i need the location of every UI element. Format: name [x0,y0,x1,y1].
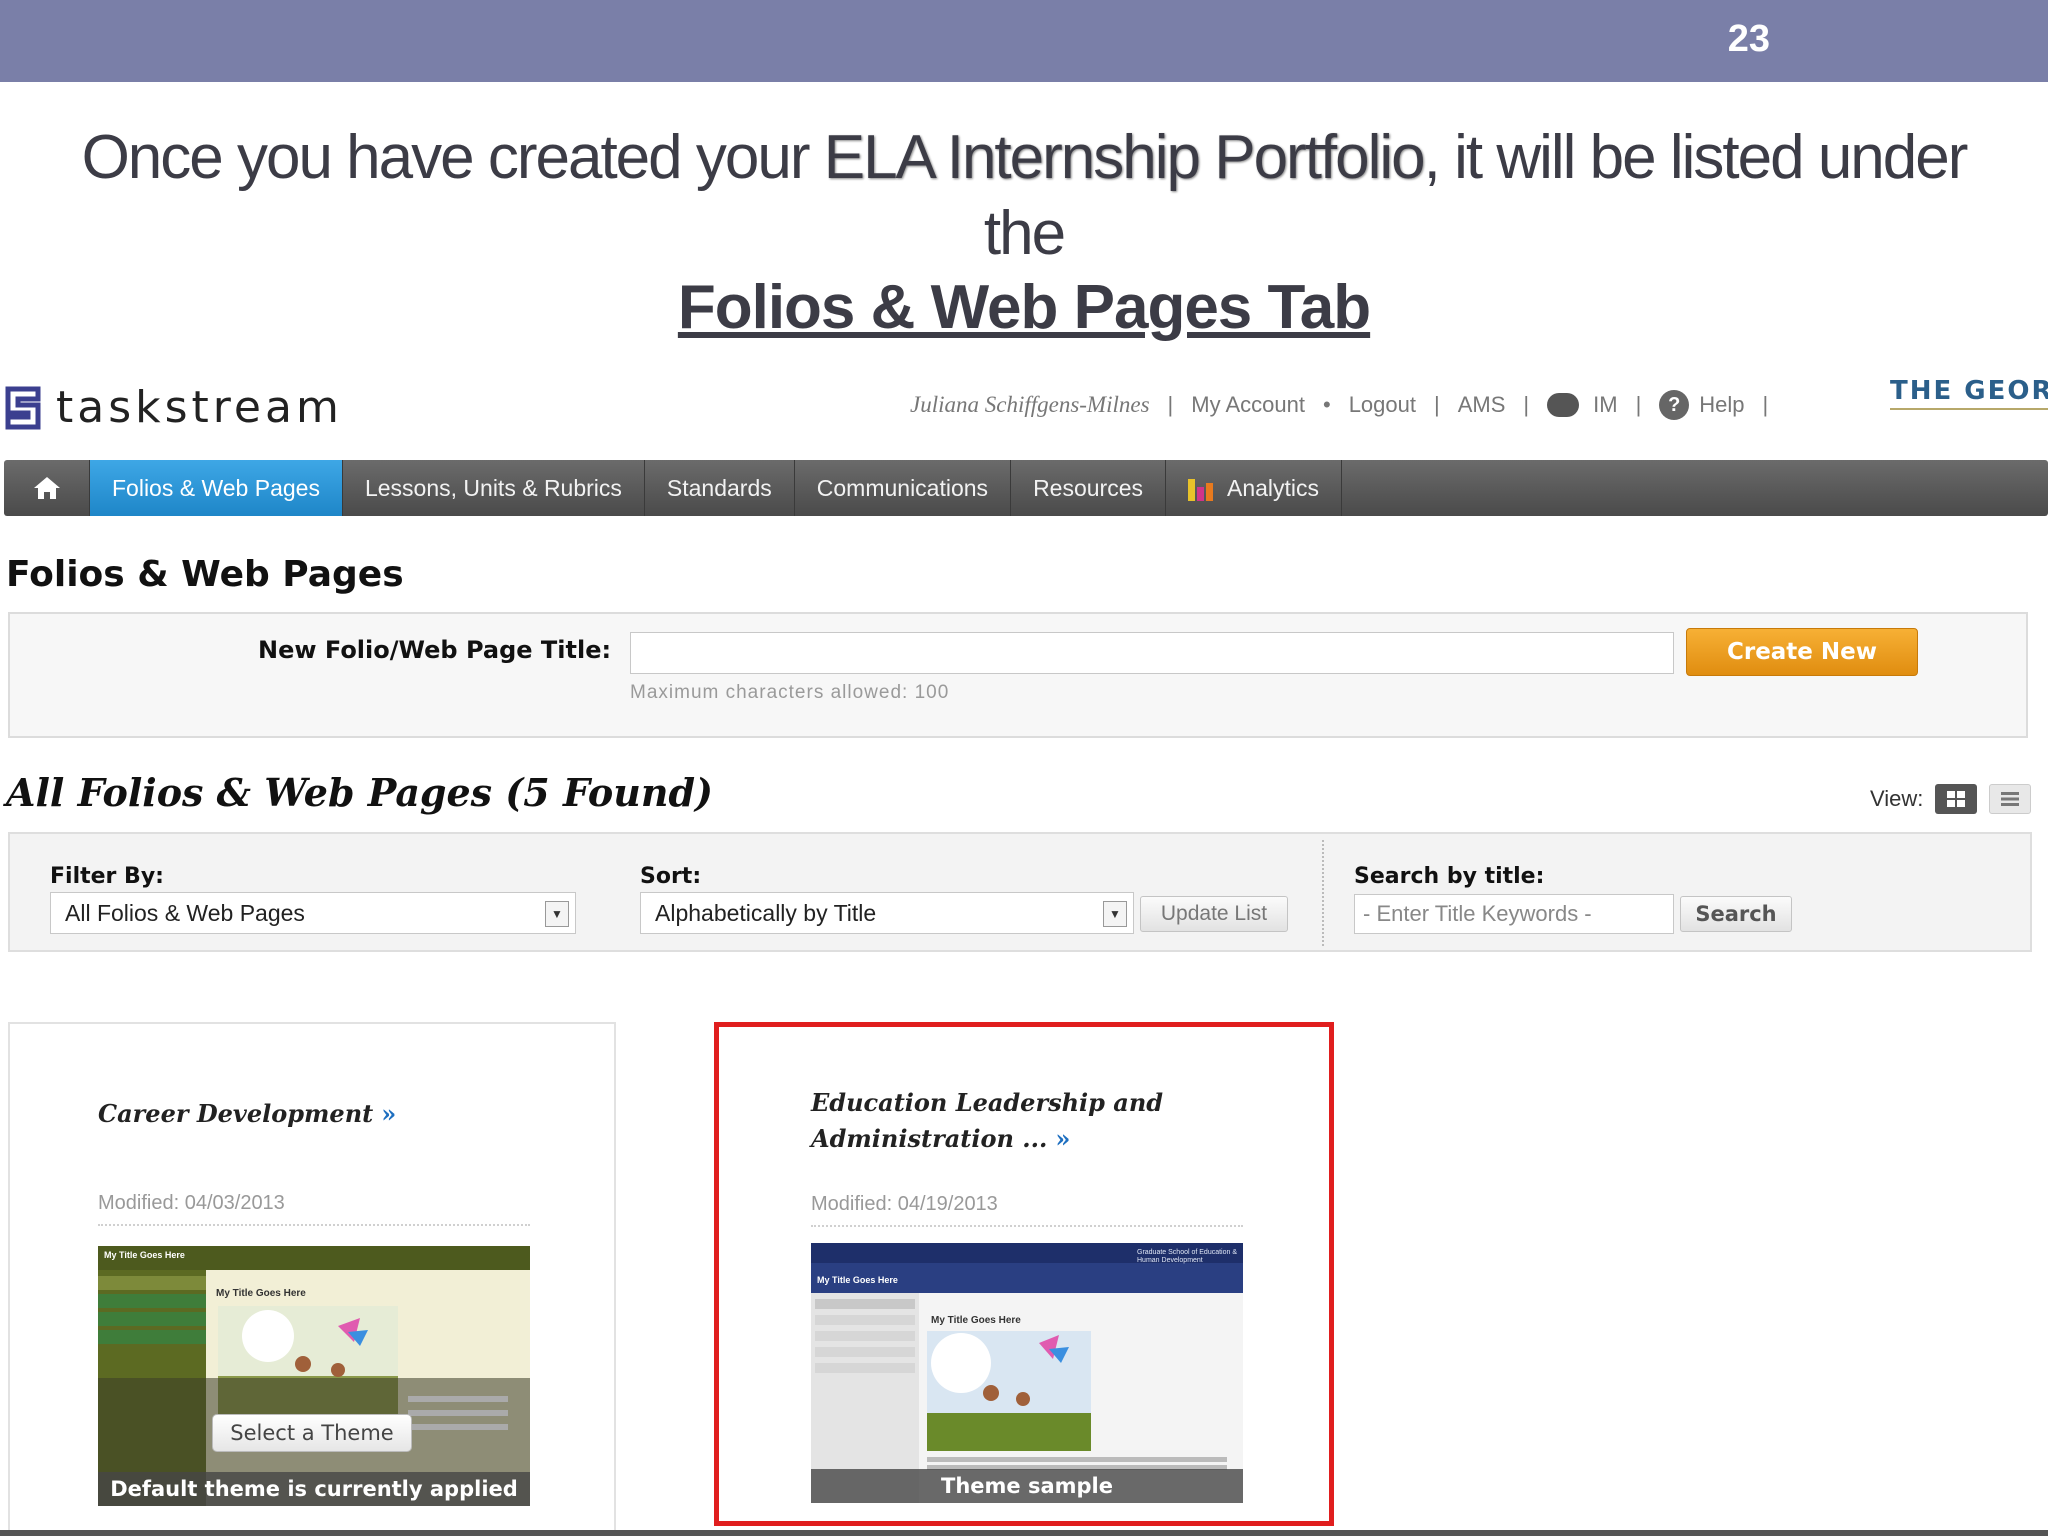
nav-standards[interactable]: Standards [645,460,795,516]
slide-number: 23 [1727,18,1770,60]
nav-analytics[interactable]: Analytics [1166,460,1343,516]
grid-view-icon[interactable] [1935,784,1978,814]
separator: | [1635,392,1642,417]
thumb-site-title: My Title Goes Here [817,1275,898,1285]
thumb-page-title: My Title Goes Here [216,1288,306,1299]
select-theme-button[interactable]: Select a Theme [212,1414,412,1452]
slide-heading: Once you have created your ELA Internshi… [0,120,2048,272]
heading-text-post: , it will be listed under [1423,123,1969,192]
home-icon [32,475,62,501]
heading-line2: the [983,199,1066,268]
card-modified: Modified: 04/03/2013 [98,1192,285,1214]
slide-header-band: 23 [0,0,2048,82]
new-folio-hint: Maximum characters allowed: 100 [630,682,950,703]
search-by-title-label: Search by title: [1354,864,1545,889]
main-nav: Folios & Web Pages Lessons, Units & Rubr… [4,460,2048,516]
card-title-text: Career Development [98,1099,374,1128]
card-divider [811,1225,1243,1227]
help-link[interactable]: Help [1699,392,1744,418]
heading-tab-name: Folios & Web Pages Tab [677,273,1371,342]
filter-panel: Filter By: All Folios & Web Pages ▼ Sort… [8,832,2032,952]
help-icon[interactable]: ? [1659,390,1690,420]
page-title: Folios & Web Pages [6,554,404,595]
nav-communications[interactable]: Communications [795,460,1012,516]
thumbnail-caption: Default theme is currently applied [98,1472,530,1506]
my-account-link[interactable]: My Account [1191,392,1305,418]
chat-bubble-icon[interactable] [1547,393,1580,417]
dropdown-arrow-icon: ▼ [545,901,569,927]
theme-thumbnail[interactable]: My Title Goes Here Graduate School of Ed… [811,1243,1243,1503]
nav-lessons-units-rubrics[interactable]: Lessons, Units & Rubrics [343,460,645,516]
nav-home[interactable] [4,460,90,516]
filter-select-value: All Folios & Web Pages [65,899,305,926]
top-links: Juliana Schiffgens-Milnes | My Account •… [910,390,1786,420]
separator: | [1762,392,1769,417]
chevron-right-icon: » [381,1099,397,1128]
new-folio-title-input[interactable] [630,632,1674,674]
nav-resources[interactable]: Resources [1011,460,1166,516]
card-modified: Modified: 04/19/2013 [811,1193,998,1215]
separator: | [1433,392,1440,417]
taskstream-screenshot: taskstream Juliana Schiffgens-Milnes | M… [0,370,2048,1536]
thumbnail-caption: Theme sample [811,1469,1243,1503]
slide: 23 Once you have created your ELA Intern… [0,0,2048,1536]
filter-divider [1322,840,1324,946]
thumb-site-title: My Title Goes Here [104,1250,185,1260]
view-label: View: [1870,786,1924,811]
view-toggle: View: [1870,784,2032,814]
sort-select[interactable]: Alphabetically by Title ▼ [640,892,1134,934]
search-button[interactable]: Search [1680,896,1792,932]
card-title-line1: Education Leadership and [811,1088,1164,1117]
nav-folios-web-pages[interactable]: Folios & Web Pages [90,460,343,516]
card-title[interactable]: Education Leadership and Administration … [811,1085,1163,1157]
card-title-line2: Administration ... [811,1124,1048,1153]
thumb-school-name: Graduate School of Education & Human Dev… [1137,1249,1238,1264]
new-folio-panel: New Folio/Web Page Title: Maximum charac… [8,612,2028,738]
list-title: All Folios & Web Pages (5 Found) [6,770,714,815]
ams-link[interactable]: AMS [1458,392,1506,418]
separator-dot: • [1322,392,1331,417]
separator: | [1167,392,1174,417]
thumb-page-title: My Title Goes Here [931,1315,1021,1326]
taskstream-logo-icon [4,385,44,431]
dropdown-arrow-icon: ▼ [1103,901,1127,927]
filter-select[interactable]: All Folios & Web Pages ▼ [50,892,576,934]
chevron-right-icon: » [1055,1124,1071,1153]
logout-link[interactable]: Logout [1349,392,1416,418]
heading-text-pre: Once you have created your [81,123,824,192]
folio-card-ela[interactable]: Education Leadership and Administration … [714,1022,1334,1526]
institution-logo: THE GEOR [1890,370,2048,410]
card-divider [98,1224,530,1226]
list-view-icon[interactable] [1989,784,2032,814]
sort-select-value: Alphabetically by Title [655,899,877,926]
sort-label: Sort: [640,864,702,889]
folio-card-career-development[interactable]: Career Development» Modified: 04/03/2013 [8,1022,616,1536]
new-folio-label: New Folio/Web Page Title: [258,636,612,664]
analytics-icon [1188,475,1213,501]
card-title[interactable]: Career Development» [98,1096,396,1132]
logo-text: taskstream [56,382,343,433]
filter-by-label: Filter By: [50,864,164,889]
theme-thumbnail[interactable]: My Title Goes Here My Title Goes Here Se… [98,1246,530,1506]
im-link[interactable]: IM [1593,392,1617,418]
taskstream-logo[interactable]: taskstream [4,382,343,433]
separator: | [1523,392,1530,417]
update-list-button[interactable]: Update List [1140,896,1288,932]
user-name[interactable]: Juliana Schiffgens-Milnes [910,392,1150,418]
nav-analytics-label: Analytics [1227,474,1320,501]
heading-emphasis: ELA Internship Portfolio [823,123,1426,192]
create-new-button[interactable]: Create New [1686,628,1918,676]
bottom-edge [0,1530,2048,1536]
search-title-input[interactable]: - Enter Title Keywords - [1354,894,1674,934]
